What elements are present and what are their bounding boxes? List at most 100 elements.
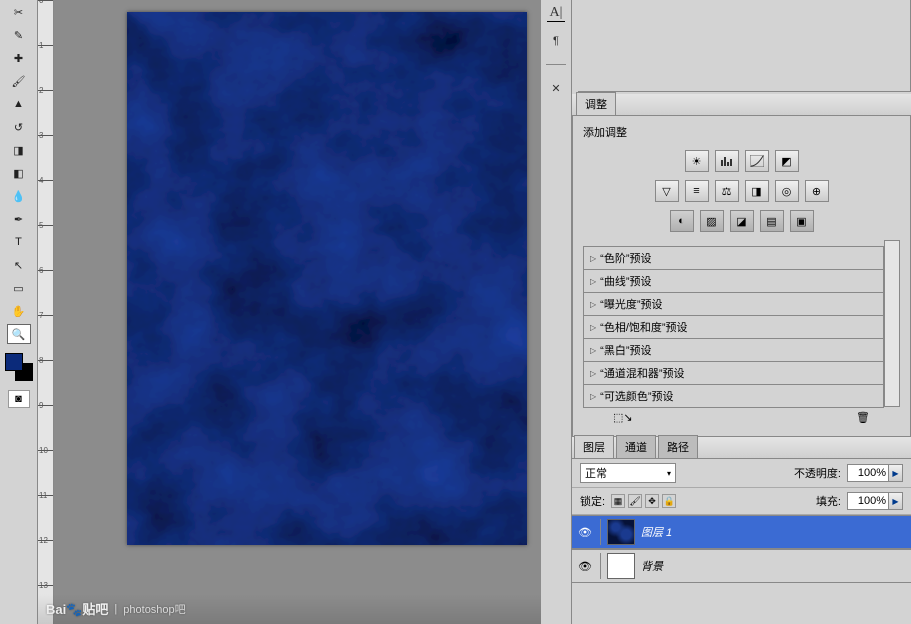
triangle-right-icon: ▷ — [590, 277, 596, 286]
adj-curves-icon[interactable] — [745, 150, 769, 172]
fg-swatch[interactable] — [5, 353, 23, 371]
tool-zoom[interactable]: 🔍 — [7, 324, 31, 344]
adjustments-footer: ⬚↘ 🗑 — [583, 407, 900, 424]
preset-scroll: ▷ “色阶”预设 ▷ “曲线”预设 ▷“曝光度”预设 ▷ “色相/饱和度”预设 ▷ “黑白”预设… — [583, 240, 900, 407]
watermark-text: photoshop吧 — [123, 601, 185, 617]
canvas-viewport[interactable] — [54, 0, 541, 624]
adj-bw-icon[interactable]: ◨ — [745, 180, 769, 202]
preset-item[interactable]: ▷ “黑白”预设 — [583, 338, 884, 362]
document-canvas[interactable] — [127, 12, 527, 545]
layers-tabbar: 图层 通道 路径 — [572, 437, 911, 459]
lock-pixels-icon[interactable]: 🖌 — [628, 494, 642, 508]
tool-hand[interactable]: ✋ — [7, 301, 31, 321]
adj-posterize-icon[interactable]: ▨ — [700, 210, 724, 232]
adjustments-row-2: ▽ ≡ ⚖ ◨ ◎ ⊕ — [583, 180, 900, 202]
right-panels: 调整 添加调整 ☀ ◩ ▽ ≡ ⚖ ◨ ◎ ⊕ ◐ ▨ ◪ ▤ — [571, 0, 911, 624]
lock-all-icon[interactable]: 🔒 — [662, 494, 676, 508]
lock-label: 锁定: — [580, 493, 605, 509]
trash-icon[interactable]: 🗑 — [856, 411, 870, 424]
opacity-input[interactable]: 100% — [847, 464, 889, 482]
color-swatches[interactable] — [5, 353, 33, 381]
preset-item[interactable]: ▷ “色阶”预设 — [583, 246, 884, 270]
triangle-right-icon: ▷ — [590, 254, 596, 263]
triangle-right-icon: ▷ — [590, 346, 596, 355]
paragraph-panel-icon[interactable]: ¶ — [547, 32, 565, 50]
preset-label: “色阶”预设 — [600, 250, 651, 266]
tool-path-select[interactable]: ↖ — [7, 255, 31, 275]
layers-lock-row: 锁定: ▦ 🖌 ✥ 🔒 填充: 100% ▶ — [572, 488, 911, 515]
tool-pen[interactable]: ✒ — [7, 209, 31, 229]
preset-label: “通道混和器”预设 — [600, 365, 684, 381]
clip-to-layer-icon[interactable]: ⬚↘ — [613, 411, 633, 424]
preset-item[interactable]: ▷ “通道混和器”预设 — [583, 361, 884, 385]
tool-eyedropper[interactable]: ✎ — [7, 25, 31, 45]
triangle-right-icon: ▷ — [590, 323, 596, 332]
lock-position-icon[interactable]: ✥ — [645, 494, 659, 508]
preset-item[interactable]: ▷“可选颜色”预设 — [583, 384, 884, 408]
tool-type[interactable]: T — [7, 232, 31, 252]
watermark: Bai🐾贴吧 | photoshop吧 — [46, 599, 186, 618]
tab-adjustments[interactable]: 调整 — [576, 92, 616, 115]
visibility-eye-icon[interactable]: 👁 — [576, 560, 594, 573]
layers-blend-row: 正常 ▾ 不透明度: 100% ▶ — [572, 459, 911, 488]
layer-thumbnail[interactable] — [607, 553, 635, 579]
preset-scrollbar[interactable] — [884, 240, 900, 407]
tab-channels[interactable]: 通道 — [616, 435, 656, 458]
adj-levels-icon[interactable] — [715, 150, 739, 172]
tab-paths[interactable]: 路径 — [658, 435, 698, 458]
adj-hue-icon[interactable]: ≡ — [685, 180, 709, 202]
tool-presets-icon[interactable]: ✕ — [547, 79, 565, 97]
lock-icons: ▦ 🖌 ✥ 🔒 — [611, 494, 676, 508]
fill-label: 填充: — [816, 493, 841, 509]
tool-history-brush[interactable]: ↺ — [7, 117, 31, 137]
preset-label: “黑白”预设 — [600, 342, 651, 358]
tool-stamp[interactable]: ▲ — [7, 94, 31, 114]
triangle-right-icon: ▷ — [590, 369, 596, 378]
tool-healing[interactable]: ✚ — [7, 48, 31, 68]
lock-transparency-icon[interactable]: ▦ — [611, 494, 625, 508]
layer-row[interactable]: 👁 背景 — [572, 549, 911, 583]
preset-label: “色相/饱和度”预设 — [600, 319, 687, 335]
fill-input[interactable]: 100% — [847, 492, 889, 510]
adjustments-panel: 添加调整 ☀ ◩ ▽ ≡ ⚖ ◨ ◎ ⊕ ◐ ▨ ◪ ▤ ▣ — [572, 116, 911, 437]
preset-item[interactable]: ▷ “曲线”预设 — [583, 269, 884, 293]
preset-label: “曲线”预设 — [600, 273, 651, 289]
chevron-down-icon: ▾ — [667, 469, 671, 478]
quick-mask-toggle[interactable]: ◙ — [8, 390, 30, 408]
layer-thumbnail[interactable] — [607, 519, 635, 545]
adj-exposure-icon[interactable]: ◩ — [775, 150, 799, 172]
blend-mode-value: 正常 — [585, 465, 607, 481]
preset-item[interactable]: ▷“曝光度”预设 — [583, 292, 884, 316]
tab-layers[interactable]: 图层 — [574, 435, 614, 458]
tool-gradient[interactable]: ◧ — [7, 163, 31, 183]
tool-brush[interactable]: 🖌 — [7, 71, 31, 91]
visibility-eye-icon[interactable]: 👁 — [576, 526, 594, 539]
tool-shape[interactable]: ▭ — [7, 278, 31, 298]
adj-threshold-icon[interactable]: ◪ — [730, 210, 754, 232]
layer-name: 图层 1 — [641, 524, 672, 540]
tool-blur[interactable]: 💧 — [7, 186, 31, 206]
layer-name: 背景 — [641, 558, 663, 574]
preset-item[interactable]: ▷ “色相/饱和度”预设 — [583, 315, 884, 339]
adj-photo-filter-icon[interactable]: ◎ — [775, 180, 799, 202]
vertical-ruler: 012345678910111213 — [38, 0, 54, 624]
adj-gradient-map-icon[interactable]: ▤ — [760, 210, 784, 232]
layer-row[interactable]: 👁 图层 1 — [572, 515, 911, 549]
tool-eraser[interactable]: ◨ — [7, 140, 31, 160]
adj-invert-icon[interactable]: ◐ — [670, 210, 694, 232]
tool-crop[interactable]: ✂ — [7, 2, 31, 22]
adjustments-row-1: ☀ ◩ — [583, 150, 900, 172]
adj-color-balance-icon[interactable]: ⚖ — [715, 180, 739, 202]
adjustments-row-3: ◐ ▨ ◪ ▤ ▣ — [583, 210, 900, 232]
blend-mode-select[interactable]: 正常 ▾ — [580, 463, 676, 483]
adj-brightness-icon[interactable]: ☀ — [685, 150, 709, 172]
toolbox: ✂ ✎ ✚ 🖌 ▲ ↺ ◨ ◧ 💧 ✒ T ↖ ▭ ✋ 🔍 ◙ — [0, 0, 38, 624]
opacity-flyout-icon[interactable]: ▶ — [889, 464, 903, 482]
canvas-area: 012345678910111213 — [38, 0, 541, 624]
empty-panel-area — [578, 0, 911, 92]
adj-channel-mixer-icon[interactable]: ⊕ — [805, 180, 829, 202]
adj-vibrance-icon[interactable]: ▽ — [655, 180, 679, 202]
character-panel-icon[interactable]: A| — [547, 4, 565, 22]
fill-flyout-icon[interactable]: ▶ — [889, 492, 903, 510]
adj-selective-color-icon[interactable]: ▣ — [790, 210, 814, 232]
